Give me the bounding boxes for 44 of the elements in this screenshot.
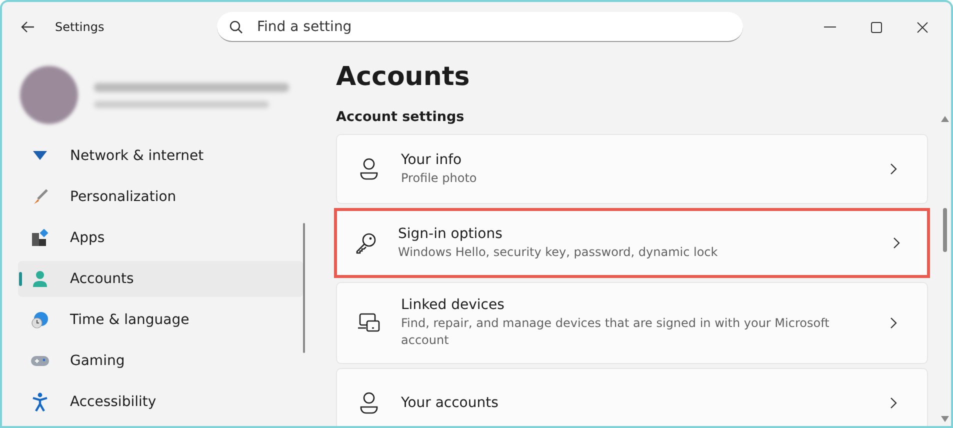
- card-description: Profile photo: [401, 170, 478, 186]
- scrollbar-thumb[interactable]: [943, 208, 947, 252]
- chevron-right-icon: [890, 317, 897, 329]
- settings-card[interactable]: Your accounts: [336, 368, 928, 426]
- selection-indicator: [19, 272, 22, 286]
- apps-icon: [30, 229, 50, 247]
- settings-card[interactable]: Linked devices Find, repair, and manage devices that are signed in with your Microsoft account: [336, 282, 928, 364]
- sidebar-item[interactable]: Gaming: [18, 343, 303, 379]
- accessibility-icon: [30, 392, 50, 412]
- card-description: Windows Hello, security key, password, dynamic lock: [398, 244, 719, 260]
- window-title: Settings: [55, 20, 106, 34]
- chevron-right-icon: [893, 237, 900, 249]
- chevron-right-icon: [890, 397, 897, 409]
- sidebar-item[interactable]: Time & language: [18, 302, 303, 338]
- back-arrow-icon[interactable]: [21, 21, 35, 33]
- gamepad-icon: [30, 354, 50, 368]
- sidebar-item[interactable]: Personalization: [18, 179, 303, 215]
- devices-icon: [357, 313, 381, 333]
- avatar-placeholder: [20, 66, 78, 124]
- settings-card[interactable]: Sign-in options Windows Hello, security key, password, dynamic lock: [334, 208, 930, 278]
- key-icon: [354, 232, 378, 254]
- maximize-icon[interactable]: [871, 22, 882, 32]
- sidebar-item[interactable]: Apps: [18, 220, 303, 256]
- globe-clock-icon: [30, 311, 50, 329]
- search-field[interactable]: Find a setting: [217, 12, 743, 42]
- scroll-down-icon[interactable]: [941, 416, 949, 422]
- person-icon: [30, 270, 50, 288]
- section-heading: Account settings: [336, 109, 466, 125]
- search-icon: [229, 20, 243, 34]
- page-title: Accounts: [336, 61, 471, 94]
- card-title: Sign-in options: [398, 226, 504, 242]
- sidebar-item[interactable]: Network & internet: [18, 138, 303, 174]
- card-title: Linked devices: [401, 297, 506, 313]
- sidebar-item[interactable]: Accounts: [18, 261, 303, 297]
- card-title: Your accounts: [401, 395, 500, 411]
- close-icon[interactable]: [917, 22, 928, 32]
- chevron-right-icon: [890, 163, 897, 175]
- card-description: Find, repair, and manage devices that are signed in with your Microsoft account: [401, 315, 830, 349]
- scrollbar-thumb[interactable]: [303, 223, 305, 353]
- settings-card[interactable]: Your info Profile photo: [336, 134, 928, 204]
- sidebar-item[interactable]: Accessibility: [18, 384, 303, 420]
- scroll-up-icon[interactable]: [941, 116, 949, 122]
- minimize-icon[interactable]: [824, 26, 836, 28]
- card-title: Your info: [401, 152, 463, 168]
